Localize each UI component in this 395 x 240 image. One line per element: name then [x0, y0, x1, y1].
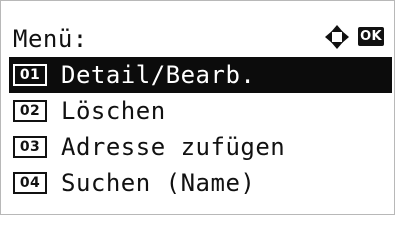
menu-list: 01 Detail/Bearb. 02 Löschen 03 Adresse z… [9, 57, 392, 201]
ok-icon: OK [358, 27, 384, 46]
item-number-badge: 02 [13, 100, 47, 122]
menu-item-label: Löschen [61, 97, 166, 125]
menu-item-search-name[interactable]: 04 Suchen (Name) [9, 165, 392, 201]
lcd-screen: Menü: OK 01 Detail/Bearb. 02 Löschen 03 … [0, 0, 395, 215]
screen-header: Menü: OK [9, 21, 389, 57]
menu-item-add-address[interactable]: 03 Adresse zufügen [9, 129, 392, 165]
page-title: Menü: [13, 25, 88, 53]
menu-item-label: Suchen (Name) [61, 169, 256, 197]
menu-item-delete[interactable]: 02 Löschen [9, 93, 392, 129]
item-number-badge: 01 [13, 64, 47, 86]
menu-item-label: Adresse zufügen [61, 133, 286, 161]
four-way-arrow-icon [323, 23, 351, 51]
item-number-badge: 04 [13, 172, 47, 194]
menu-item-detail-edit[interactable]: 01 Detail/Bearb. [9, 57, 392, 93]
menu-item-label: Detail/Bearb. [61, 61, 256, 89]
item-number-badge: 03 [13, 136, 47, 158]
